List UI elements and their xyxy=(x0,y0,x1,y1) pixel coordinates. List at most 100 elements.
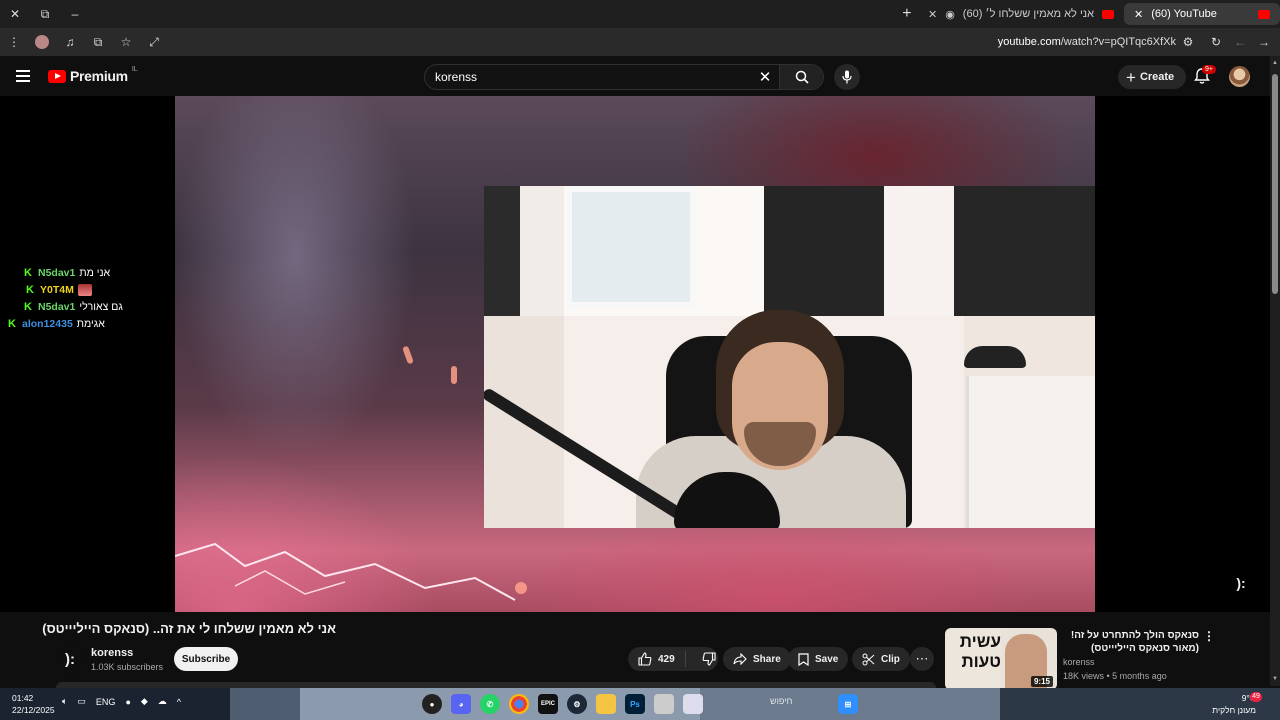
weather-temp: 9°C xyxy=(1241,693,1256,703)
plus-icon: + xyxy=(1126,67,1136,87)
microphone-icon xyxy=(842,70,852,84)
tab-strip: + ✕ ◉ (60) אני לא מאמין ששלחו ל׳ ✕ (60) … xyxy=(896,0,1280,28)
channel-watermark-button[interactable]: ): xyxy=(1228,570,1254,596)
youtube-favicon-icon xyxy=(1258,9,1270,19)
video-duration: 9:15 xyxy=(1030,676,1053,687)
tab-video[interactable]: ✕ ◉ (60) אני לא מאמין ששלחו ל׳ xyxy=(918,3,1124,25)
tab-title: (60) אני לא מאמין ששלחו ל׳ xyxy=(962,8,1094,20)
create-button[interactable]: + Create xyxy=(1118,65,1187,89)
share-button[interactable]: Share xyxy=(723,647,791,671)
weather-widget[interactable]: 9°C מעונן חלקית xyxy=(1200,692,1256,716)
forward-icon[interactable]: → xyxy=(1250,28,1278,56)
youtube-masthead: Premium IL ✕ + Create 9+ xyxy=(0,56,1270,96)
site-settings-icon[interactable]: ⚙ xyxy=(1174,28,1202,56)
address-bar[interactable]: youtube.com/watch?v=pQITqc6XfXk xyxy=(998,36,1176,48)
chat-message: K N5dav1 גם צאורלי xyxy=(6,298,123,315)
subscribe-button[interactable]: Subscribe xyxy=(174,647,238,671)
app-icon[interactable] xyxy=(683,694,703,714)
emote-icon xyxy=(77,283,92,296)
show-hidden-icons[interactable]: ^ xyxy=(177,697,181,707)
profile-icon[interactable] xyxy=(28,28,56,56)
dislike-button[interactable] xyxy=(692,652,726,666)
recommended-channel[interactable]: korenss xyxy=(1063,657,1095,667)
chat-message: K N5dav1 אני מת xyxy=(6,264,123,281)
extensions-icon[interactable]: ⧉ xyxy=(84,28,112,56)
clock-time: 01:42 xyxy=(12,693,34,703)
steam-app-icon[interactable]: ⚙ xyxy=(567,694,587,714)
recommended-menu-icon[interactable]: ⋮ xyxy=(1203,629,1215,643)
page-scrollbar[interactable]: ▲ ▼ xyxy=(1270,56,1280,686)
scissors-icon xyxy=(862,653,875,665)
clear-search-icon[interactable]: ✕ xyxy=(751,68,779,86)
media-control-icon[interactable]: ♫ xyxy=(56,28,84,56)
search-input[interactable] xyxy=(425,70,751,84)
share-icon xyxy=(733,653,747,665)
scrollbar-thumb[interactable] xyxy=(1272,74,1278,294)
photoshop-app-icon[interactable]: Ps xyxy=(625,694,645,714)
voice-search-button[interactable] xyxy=(834,64,860,90)
clock-date: 22/12/2025 xyxy=(12,705,55,715)
search-icon xyxy=(795,70,809,84)
kick-badge-icon: K xyxy=(24,300,32,313)
chat-username: alon12435 xyxy=(22,317,73,330)
youtube-favicon-icon xyxy=(1102,9,1114,19)
start-button-icon[interactable]: ⊞ xyxy=(838,694,858,714)
recommended-meta: 18K views • 5 months ago xyxy=(1063,671,1167,681)
menu-dots-icon[interactable]: ⋮ xyxy=(0,28,28,56)
language-indicator[interactable]: ENG xyxy=(96,697,116,707)
channel-avatar[interactable]: ): xyxy=(56,645,84,673)
pinned-apps: ● ◕ ✆ EPIC ⚙ Ps xyxy=(422,694,703,714)
more-actions-button[interactable]: ⋯ xyxy=(910,647,934,671)
file-explorer-app-icon[interactable] xyxy=(596,694,616,714)
discord-app-icon[interactable]: ◕ xyxy=(451,694,471,714)
bookmark-icon xyxy=(798,652,809,666)
chrome-app-icon[interactable] xyxy=(509,694,529,714)
save-button[interactable]: Save xyxy=(788,647,849,671)
onedrive-icon[interactable]: ☁ xyxy=(158,696,167,707)
video-player[interactable] xyxy=(175,96,1095,612)
guide-menu-icon[interactable] xyxy=(16,70,30,85)
recommended-title[interactable]: סנאקס הולך להתחרט על זה! (מאור סנאקס היי… xyxy=(1063,629,1199,655)
minimize-window-icon[interactable]: – xyxy=(60,0,90,28)
like-dislike-group: 429 xyxy=(628,647,718,671)
tab-close-icon[interactable]: ✕ xyxy=(928,8,937,21)
tab-close-icon[interactable]: ✕ xyxy=(1134,8,1143,21)
new-tab-button[interactable]: + xyxy=(896,5,918,23)
scroll-down-icon[interactable]: ▼ xyxy=(1271,676,1279,682)
logo-region: IL xyxy=(131,65,138,73)
close-window-icon[interactable]: ✕ xyxy=(0,0,30,28)
microphone-tray-icon[interactable]: ● xyxy=(125,697,130,707)
recommended-thumbnail[interactable]: עשית טעות 9:15 xyxy=(945,628,1057,690)
reader-mode-icon[interactable]: ⤢ xyxy=(140,28,168,56)
whatsapp-app-icon[interactable]: ✆ xyxy=(480,694,500,714)
epic-games-app-icon[interactable]: EPIC xyxy=(538,694,558,714)
taskbar-clock[interactable]: 01:42 22/12/2025 xyxy=(12,692,55,716)
app-icon[interactable] xyxy=(654,694,674,714)
account-avatar[interactable] xyxy=(1229,66,1250,87)
create-label: Create xyxy=(1139,71,1175,83)
tray-app-icon[interactable]: ◆ xyxy=(141,696,148,707)
save-label: Save xyxy=(815,653,839,665)
obs-app-icon[interactable]: ● xyxy=(422,694,442,714)
chat-username: N5dav1 xyxy=(38,266,76,279)
bookmark-star-icon[interactable]: ☆ xyxy=(112,28,140,56)
scroll-up-icon[interactable]: ▲ xyxy=(1271,60,1279,66)
taskbar-search[interactable]: חיפוש xyxy=(770,696,792,706)
url-path: /watch?v=pQITqc6XfXk xyxy=(1060,36,1176,48)
chat-username: N5dav1 xyxy=(38,300,76,313)
video-title: אני לא מאמין ששלחו לי את זה.. (סנאקס היי… xyxy=(42,621,336,636)
tab-mute-icon[interactable]: ◉ xyxy=(945,8,955,21)
youtube-logo[interactable]: Premium IL xyxy=(48,65,138,84)
clip-button[interactable]: Clip xyxy=(852,647,910,671)
system-tray: 🔈︎ ▭ ENG ● ◆ ☁ ^ xyxy=(62,696,181,707)
thumbs-down-icon xyxy=(702,652,716,666)
like-button[interactable]: 429 xyxy=(628,651,686,667)
network-icon[interactable]: ▭ xyxy=(77,696,86,707)
restore-window-icon[interactable]: ⧉ xyxy=(30,0,60,28)
channel-name[interactable]: korenss xyxy=(91,647,133,659)
search-button[interactable] xyxy=(779,65,823,89)
volume-icon[interactable]: 🔈︎ xyxy=(62,696,67,707)
tab-youtube[interactable]: ✕ (60) YouTube xyxy=(1124,3,1280,25)
chat-text: אגימת xyxy=(76,317,105,330)
os-taskbar: 01:42 22/12/2025 🔈︎ ▭ ENG ● ◆ ☁ ^ ● ◕ ✆ … xyxy=(0,688,1280,720)
